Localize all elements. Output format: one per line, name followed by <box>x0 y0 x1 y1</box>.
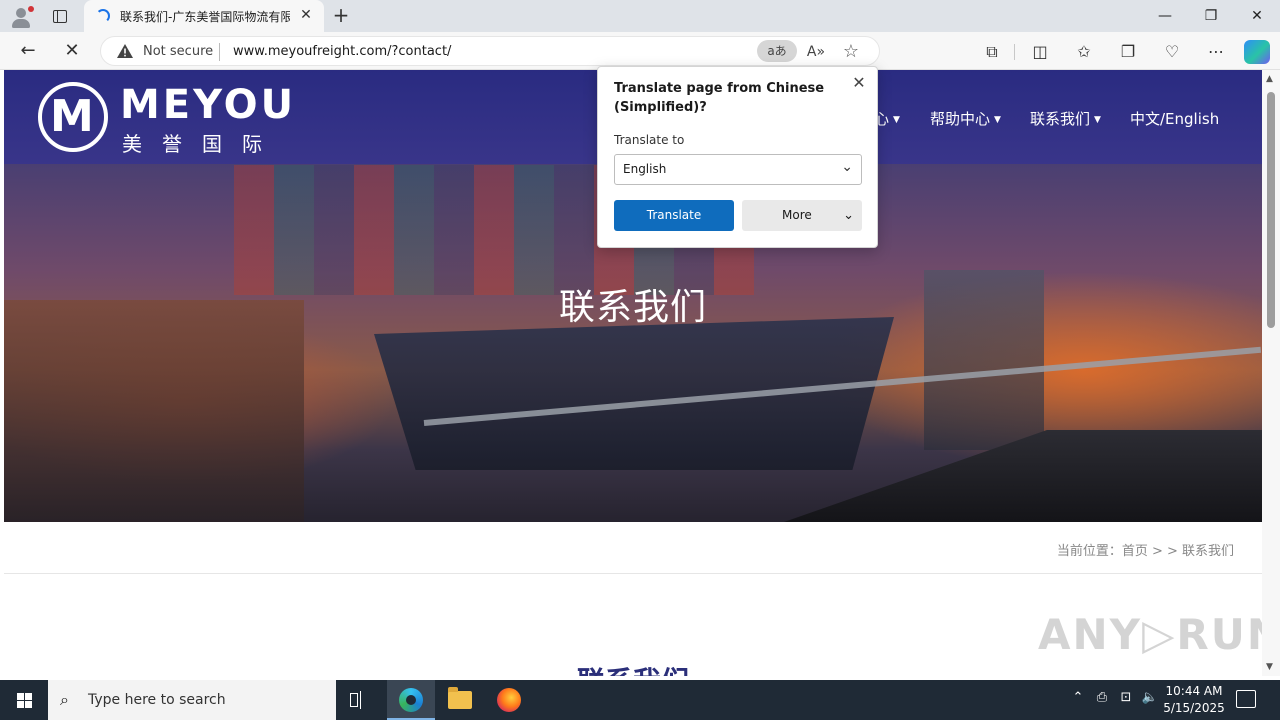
loading-spinner-icon <box>96 9 110 23</box>
nav-label: 联系我们 <box>1030 110 1091 128</box>
breadcrumb-bar: 当前位置：首页 > > 联系我们 <box>4 522 1262 574</box>
windows-logo-icon <box>17 693 32 708</box>
scroll-down-icon[interactable]: ▼ <box>1266 662 1273 672</box>
task-view-icon <box>350 691 370 709</box>
taskbar-app-explorer[interactable] <box>436 680 484 720</box>
collections-icon[interactable]: ❐ <box>1114 40 1142 64</box>
translate-icon[interactable]: aあ <box>757 40 797 62</box>
address-separator <box>219 43 220 61</box>
anyrun-watermark: ANY▷RUN <box>1038 610 1262 659</box>
firefox-icon <box>497 688 521 712</box>
chevron-down-icon: ⌄ <box>841 159 853 175</box>
task-view-button[interactable] <box>336 680 384 720</box>
profile-icon[interactable] <box>8 4 34 30</box>
chevron-down-icon: ⌄ <box>843 208 854 223</box>
tab-actions-icon[interactable] <box>46 6 74 28</box>
folder-icon <box>448 687 472 709</box>
caret-down-icon: ▼ <box>893 114 900 125</box>
settings-more-icon[interactable]: ⋯ <box>1202 40 1230 64</box>
popup-close-icon[interactable]: ✕ <box>849 73 869 93</box>
browser-essentials-icon[interactable]: ♡ <box>1158 40 1186 64</box>
more-label: More <box>782 208 812 222</box>
scrollbar-thumb[interactable] <box>1267 92 1275 328</box>
breadcrumb[interactable]: 当前位置：首页 > > 联系我们 <box>1057 540 1234 559</box>
nav-label: 帮助中心 <box>930 110 991 128</box>
logo-mark: M <box>38 82 108 152</box>
volume-icon[interactable]: 🔈 <box>1140 690 1160 705</box>
page-scrollbar[interactable]: ▲ ▼ <box>1262 70 1280 676</box>
back-button[interactable]: ← <box>14 38 42 64</box>
stop-loading-button[interactable]: ✕ <box>58 38 86 64</box>
close-window-button[interactable]: ✕ <box>1234 0 1280 32</box>
split-screen-icon[interactable]: ◫ <box>1026 40 1054 64</box>
taskbar-app-firefox[interactable] <box>485 680 533 720</box>
notification-center-icon[interactable] <box>1236 690 1256 708</box>
taskbar-app-edge[interactable] <box>387 680 435 720</box>
site-logo[interactable]: M MEYOU 美誉国际 <box>38 82 298 156</box>
more-button[interactable]: More ⌄ <box>742 200 862 231</box>
nav-item-contact[interactable]: 联系我们 ▼ <box>1030 108 1101 132</box>
tab-title: 联系我们-广东美誉国际物流有限 <box>120 10 290 24</box>
favorite-star-icon[interactable]: ☆ <box>839 40 863 64</box>
scroll-up-icon[interactable]: ▲ <box>1266 74 1273 84</box>
edge-icon <box>399 688 423 712</box>
network-icon[interactable]: ⊡ <box>1116 690 1136 705</box>
tab-strip: 联系我们-广东美誉国际物流有限 ✕ + — ❐ ✕ <box>0 0 1280 32</box>
caret-down-icon: ▼ <box>1094 114 1101 125</box>
nav-item-help[interactable]: 帮助中心 ▼ <box>930 108 1001 132</box>
browser-tab-active[interactable]: 联系我们-广东美誉国际物流有限 ✕ <box>84 0 324 32</box>
nav-item-language[interactable]: 中文/English <box>1130 108 1219 132</box>
taskbar-search[interactable]: ⌕ Type here to search <box>48 680 336 720</box>
notification-dot <box>28 6 34 12</box>
hero-tugboat-image <box>4 300 304 522</box>
new-tab-button[interactable]: + <box>330 4 352 26</box>
nav-label: 中文/English <box>1130 110 1220 128</box>
favorites-icon[interactable]: ✩ <box>1070 40 1098 64</box>
tab-close-icon[interactable]: ✕ <box>298 7 314 23</box>
address-bar[interactable]: Not secure www.meyoufreight.com/?contact… <box>100 36 880 66</box>
copilot-icon[interactable] <box>1244 40 1270 64</box>
clock-time: 10:44 AM <box>1165 684 1223 698</box>
taskbar: ⌕ Type here to search ⌃ ⎙ ⊡ 🔈 10:44 AM 5… <box>0 680 1280 720</box>
target-language-select[interactable]: English ⌄ <box>614 154 862 185</box>
logo-brand: MEYOU <box>120 82 297 128</box>
search-placeholder: Type here to search <box>88 692 226 708</box>
tray-overflow-icon[interactable]: ⌃ <box>1068 690 1088 705</box>
not-secure-label[interactable]: Not secure <box>143 44 213 59</box>
translate-popup: Translate page from Chinese (Simplified)… <box>597 66 878 248</box>
url-text[interactable]: www.meyoufreight.com/?contact/ <box>233 44 451 59</box>
search-icon: ⌕ <box>60 690 69 709</box>
clock-date: 5/15/2025 <box>1163 701 1225 715</box>
toolbar-separator <box>1014 44 1015 60</box>
start-button[interactable] <box>0 680 48 720</box>
tray-device-icon[interactable]: ⎙ <box>1092 690 1112 705</box>
hero-title: 联系我们 <box>558 287 707 328</box>
translate-to-label: Translate to <box>614 133 685 147</box>
read-aloud-icon[interactable]: A» <box>805 41 827 63</box>
minimize-button[interactable]: — <box>1142 0 1188 32</box>
popup-title: Translate page from Chinese (Simplified)… <box>614 81 825 115</box>
restore-button[interactable]: ❐ <box>1188 0 1234 32</box>
browser-toolbar: ← ✕ Not secure www.meyoufreight.com/?con… <box>0 32 1280 70</box>
extensions-icon[interactable]: ⧉ <box>978 40 1006 64</box>
logo-subtitle: 美誉国际 <box>122 132 282 156</box>
caret-down-icon: ▼ <box>994 114 1001 125</box>
selected-language: English <box>623 162 667 176</box>
warning-icon <box>117 44 133 58</box>
translate-button[interactable]: Translate <box>614 200 734 231</box>
system-clock[interactable]: 10:44 AM 5/15/2025 <box>1160 683 1228 717</box>
